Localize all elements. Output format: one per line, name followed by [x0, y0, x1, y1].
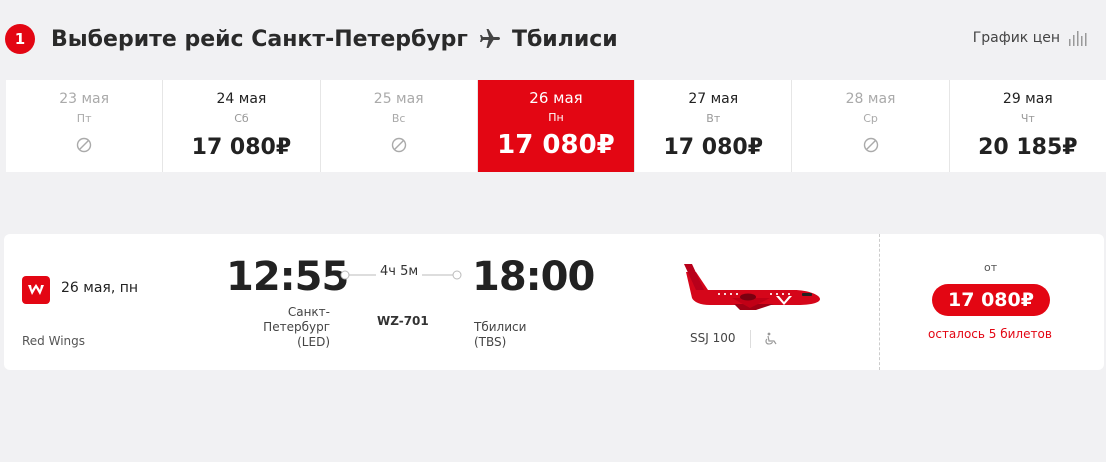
title-destination: Тбилиси: [511, 26, 618, 52]
weekday-label: Вс: [391, 112, 406, 125]
arrival-time: 18:00: [472, 254, 595, 300]
arrival-airport-code: (TBS): [474, 335, 507, 349]
price-chart-label: График цен: [972, 30, 1060, 46]
departure-time: 12:55: [226, 254, 349, 300]
bar-chart-icon: [1069, 31, 1087, 46]
date-label: 23 мая: [59, 91, 110, 107]
date-label: 26 мая: [529, 89, 583, 107]
aircraft-separator: [750, 330, 751, 348]
departure-city-line: Санкт-: [287, 305, 330, 319]
date-label: 25 мая: [373, 91, 424, 107]
price-chart-button[interactable]: График цен: [973, 28, 1088, 48]
page-title: Выберите рейс Санкт-Петербург Тбилиси: [51, 24, 618, 54]
red-wings-logo-icon: [22, 276, 50, 304]
date-price: 17 080₽: [663, 135, 764, 160]
price-from-label: от: [984, 261, 998, 274]
date-cell-27[interactable]: 27 мая Вт 17 080₽: [635, 80, 793, 172]
date-label: 27 мая: [688, 91, 739, 107]
step-badge: 1: [5, 24, 35, 54]
page-header: 1 Выберите рейс Санкт-Петербург Тбилиси …: [0, 0, 1106, 80]
date-label: 29 мая: [1002, 91, 1053, 107]
not-available-icon: [76, 137, 92, 153]
flight-date: 26 мая, пн: [61, 280, 139, 296]
departure-city: Санкт- Петербург (LED): [250, 305, 330, 350]
date-cell-28[interactable]: 28 мая Ср: [792, 80, 950, 172]
date-cell-29[interactable]: 29 мая Чт 20 185₽: [950, 80, 1106, 172]
weekday-label: Пн: [548, 111, 564, 124]
seats-left-notice: осталось 5 билетов: [928, 327, 1052, 341]
departure-city-line: Петербург: [263, 320, 330, 334]
date-cell-24[interactable]: 24 мая Сб 17 080₽: [163, 80, 321, 172]
not-available-icon: [391, 137, 406, 153]
weekday-label: Чт: [1020, 112, 1035, 125]
weekday-label: Вт: [706, 112, 721, 125]
date-price: 17 080₽: [497, 130, 615, 160]
date-cell-25[interactable]: 25 мая Вс: [321, 80, 478, 172]
date-label: 24 мая: [216, 91, 267, 107]
flight-card[interactable]: 26 мая, пн Red Wings 12:55 Санкт- Петерб…: [4, 234, 1104, 370]
flight-number: WZ-701: [377, 314, 429, 328]
weekday-label: Пт: [76, 112, 92, 125]
plane-icon: [479, 29, 500, 48]
aircraft-type: SSJ 100: [690, 331, 736, 345]
airline-name: Red Wings: [22, 334, 86, 348]
arrival-city: Тбилиси (TBS): [474, 320, 526, 350]
date-price: 17 080₽: [191, 135, 292, 160]
select-flight-price-button[interactable]: 17 080₽: [932, 284, 1050, 316]
wheelchair-icon: [765, 332, 777, 345]
departure-airport-code: (LED): [297, 335, 330, 349]
date-price: 20 185₽: [978, 135, 1078, 160]
date-selector: 23 мая Пт 24 мая Сб 17 080₽ 25 мая Вс 26…: [6, 80, 1106, 172]
title-origin: Выберите рейс Санкт-Петербург: [51, 26, 468, 52]
arrival-city-line: Тбилиси: [474, 320, 527, 334]
weekday-label: Ср: [863, 112, 878, 125]
date-label: 28 мая: [845, 91, 896, 107]
weekday-label: Сб: [234, 112, 249, 125]
flight-duration: 4ч 5м: [376, 264, 423, 279]
aircraft-image: [684, 264, 820, 310]
date-cell-26-selected[interactable]: 26 мая Пн 17 080₽: [477, 80, 636, 172]
date-cell-23[interactable]: 23 мая Пт: [6, 80, 164, 172]
not-available-icon: [863, 137, 878, 153]
card-divider: [879, 234, 880, 370]
